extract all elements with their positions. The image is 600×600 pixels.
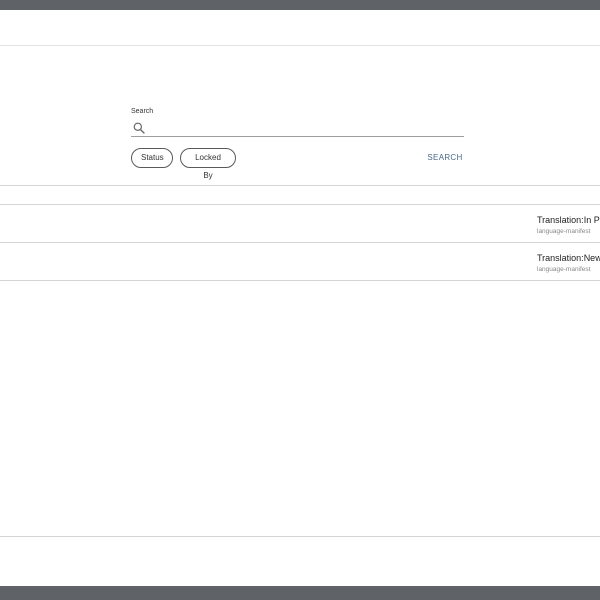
list-item[interactable]: Translation:New language-manifest [0,243,600,281]
item-subtitle: language-manifest [537,266,591,273]
list-item[interactable]: Translation:In Progress language-manifes… [0,205,600,243]
item-title: Translation:In Progress [537,215,600,225]
search-input[interactable] [149,119,459,135]
bottom-divider [0,536,600,537]
search-section: Search [131,107,464,137]
search-icon [133,121,145,134]
status-filter-button[interactable]: Status [131,148,173,168]
window-frame-top [0,0,600,10]
section-divider [0,185,600,186]
item-title: Translation:New [537,253,600,263]
search-button[interactable]: SEARCH [420,150,470,166]
search-field[interactable] [131,119,464,137]
locked-by-filter-button[interactable]: Locked By [180,148,236,180]
app-window: Search Status Locked By SEARCH Translati… [0,10,600,586]
top-bar [0,10,600,46]
search-label: Search [131,108,154,115]
item-subtitle: language-manifest [537,228,591,235]
results-list: Translation:In Progress language-manifes… [0,204,600,281]
window-frame-bottom [0,586,600,600]
